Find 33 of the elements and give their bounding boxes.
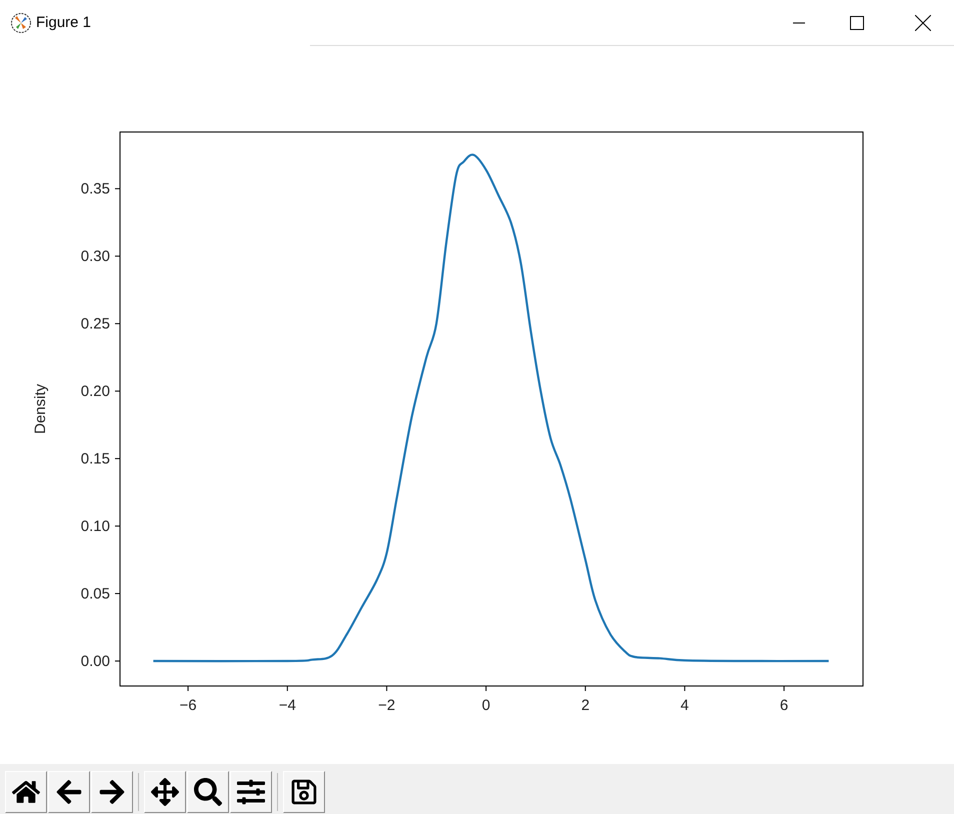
search-icon bbox=[194, 778, 222, 806]
toolbar-button[interactable] bbox=[283, 771, 325, 813]
toolbar-button[interactable] bbox=[144, 771, 186, 813]
forward-arrow-icon bbox=[98, 778, 126, 806]
y-tick-label: 0.20 bbox=[80, 383, 110, 400]
x-tick-label: 2 bbox=[581, 697, 590, 714]
y-tick-label: 0.25 bbox=[80, 316, 110, 333]
back-arrow-icon bbox=[55, 778, 83, 806]
toolbar-button[interactable] bbox=[230, 771, 272, 813]
y-axis-label: Density bbox=[32, 384, 49, 434]
home-icon bbox=[12, 778, 40, 806]
move-arrows-icon bbox=[151, 778, 179, 806]
y-tick-label: 0.00 bbox=[80, 653, 110, 670]
y-tick-label: 0.35 bbox=[80, 180, 110, 198]
window-title: Figure 1 bbox=[36, 12, 92, 33]
y-tick-label: 0.15 bbox=[80, 450, 110, 468]
toolbar-button[interactable] bbox=[48, 771, 90, 813]
x-tick-label: −6 bbox=[179, 697, 197, 714]
y-tick-label: 0.30 bbox=[80, 248, 110, 266]
toolbar-button[interactable] bbox=[187, 771, 229, 813]
x-tick-label: 4 bbox=[680, 697, 689, 714]
maximize-icon bbox=[850, 16, 864, 30]
sliders-icon bbox=[237, 778, 265, 806]
x-tick-label: 6 bbox=[780, 697, 788, 714]
y-tick-label: 0.10 bbox=[80, 518, 110, 536]
x-tick-label: −4 bbox=[278, 697, 296, 714]
close-icon bbox=[915, 15, 931, 31]
toolbar-button[interactable] bbox=[91, 771, 133, 813]
toolbar-button[interactable] bbox=[5, 771, 47, 813]
y-tick-label: 0.05 bbox=[80, 586, 110, 603]
x-tick-label: 0 bbox=[482, 697, 490, 714]
x-tick-label: −2 bbox=[378, 697, 396, 714]
figure-logo-icon bbox=[10, 12, 32, 34]
